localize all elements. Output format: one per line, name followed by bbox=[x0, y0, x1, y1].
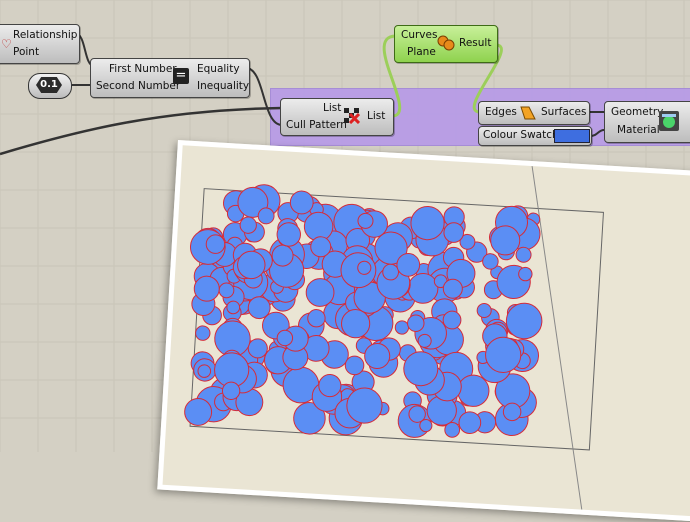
grasshopper-canvas[interactable]: ♡ Relationship Point 0.1 First Number Se… bbox=[0, 0, 690, 522]
surfaces-output-label: Surfaces bbox=[541, 106, 587, 118]
equality-component[interactable]: First Number Second Number = Equality In… bbox=[90, 58, 250, 98]
edges-input-label: Edges bbox=[485, 106, 517, 118]
packed-circle bbox=[408, 405, 426, 423]
point-input-label: Point bbox=[13, 46, 40, 58]
inequality-output: Inequality bbox=[197, 80, 250, 92]
packed-circle bbox=[247, 338, 268, 359]
result-output-label: Result bbox=[459, 37, 492, 49]
list-input-label: List bbox=[323, 102, 342, 114]
packed-circle bbox=[357, 212, 374, 229]
packed-circle bbox=[443, 222, 465, 243]
packed-circle bbox=[218, 282, 235, 299]
packed-circle bbox=[195, 325, 211, 341]
packed-circle bbox=[197, 364, 212, 378]
custom-preview-component[interactable]: Geometry Material bbox=[604, 101, 690, 143]
packed-circle bbox=[257, 207, 275, 225]
packed-circle bbox=[382, 263, 400, 281]
cull-pattern-input-label: Cull Pattern bbox=[286, 119, 347, 131]
material-input-label: Material bbox=[617, 124, 660, 136]
equality-output: Equality bbox=[197, 63, 240, 75]
equals-icon: = bbox=[173, 68, 189, 84]
packed-circle bbox=[442, 310, 462, 330]
packed-circle bbox=[307, 309, 326, 328]
packed-circle bbox=[407, 314, 425, 332]
edges-surfaces-component[interactable]: Edges Surfaces bbox=[478, 101, 590, 125]
boundary-icon bbox=[437, 34, 455, 55]
surface-icon bbox=[519, 105, 537, 124]
packed-circle bbox=[271, 244, 294, 267]
packed-circle bbox=[442, 278, 463, 299]
relationship-component[interactable]: ♡ Relationship Point bbox=[0, 24, 80, 64]
cull-pattern-component[interactable]: List Cull Pattern List bbox=[280, 98, 394, 136]
rhino-viewport[interactable] bbox=[157, 140, 690, 522]
packed-circle bbox=[515, 246, 532, 263]
cull-pattern-icon bbox=[344, 108, 361, 125]
number-slider[interactable]: 0.1 bbox=[28, 73, 72, 99]
packed-circle bbox=[205, 234, 226, 254]
relationship-icon: ♡ bbox=[1, 37, 12, 51]
packed-circle bbox=[276, 329, 294, 347]
packed-circle bbox=[344, 355, 365, 376]
relationship-input-label: Relationship bbox=[13, 29, 78, 41]
geometry-input-label: Geometry bbox=[611, 106, 664, 118]
packed-circle bbox=[310, 236, 332, 258]
packed-circle bbox=[357, 260, 372, 275]
packed-circle bbox=[394, 320, 410, 335]
packed-circle bbox=[239, 216, 257, 234]
list-output-label: List bbox=[367, 110, 386, 122]
plane-input-label: Plane bbox=[407, 46, 436, 58]
packed-circle bbox=[476, 302, 492, 319]
packed-circle bbox=[482, 253, 499, 270]
first-number-input: First Number bbox=[109, 63, 177, 75]
second-number-input: Second Number bbox=[96, 80, 181, 92]
colour-swatch-label: Colour Swatch bbox=[483, 129, 559, 141]
slider-value: 0.1 bbox=[36, 77, 62, 93]
curves-input-label: Curves bbox=[401, 29, 438, 41]
viewport-drawing bbox=[184, 165, 604, 510]
packed-circle bbox=[226, 300, 241, 315]
colour-swatch-color[interactable] bbox=[554, 129, 590, 143]
boundary-component[interactable]: Curves Plane Result bbox=[394, 25, 498, 63]
packed-circle bbox=[502, 402, 522, 422]
packed-circle bbox=[221, 381, 241, 401]
packed-circle bbox=[518, 266, 533, 282]
preview-icon bbox=[659, 111, 679, 131]
packed-circle bbox=[417, 333, 432, 348]
